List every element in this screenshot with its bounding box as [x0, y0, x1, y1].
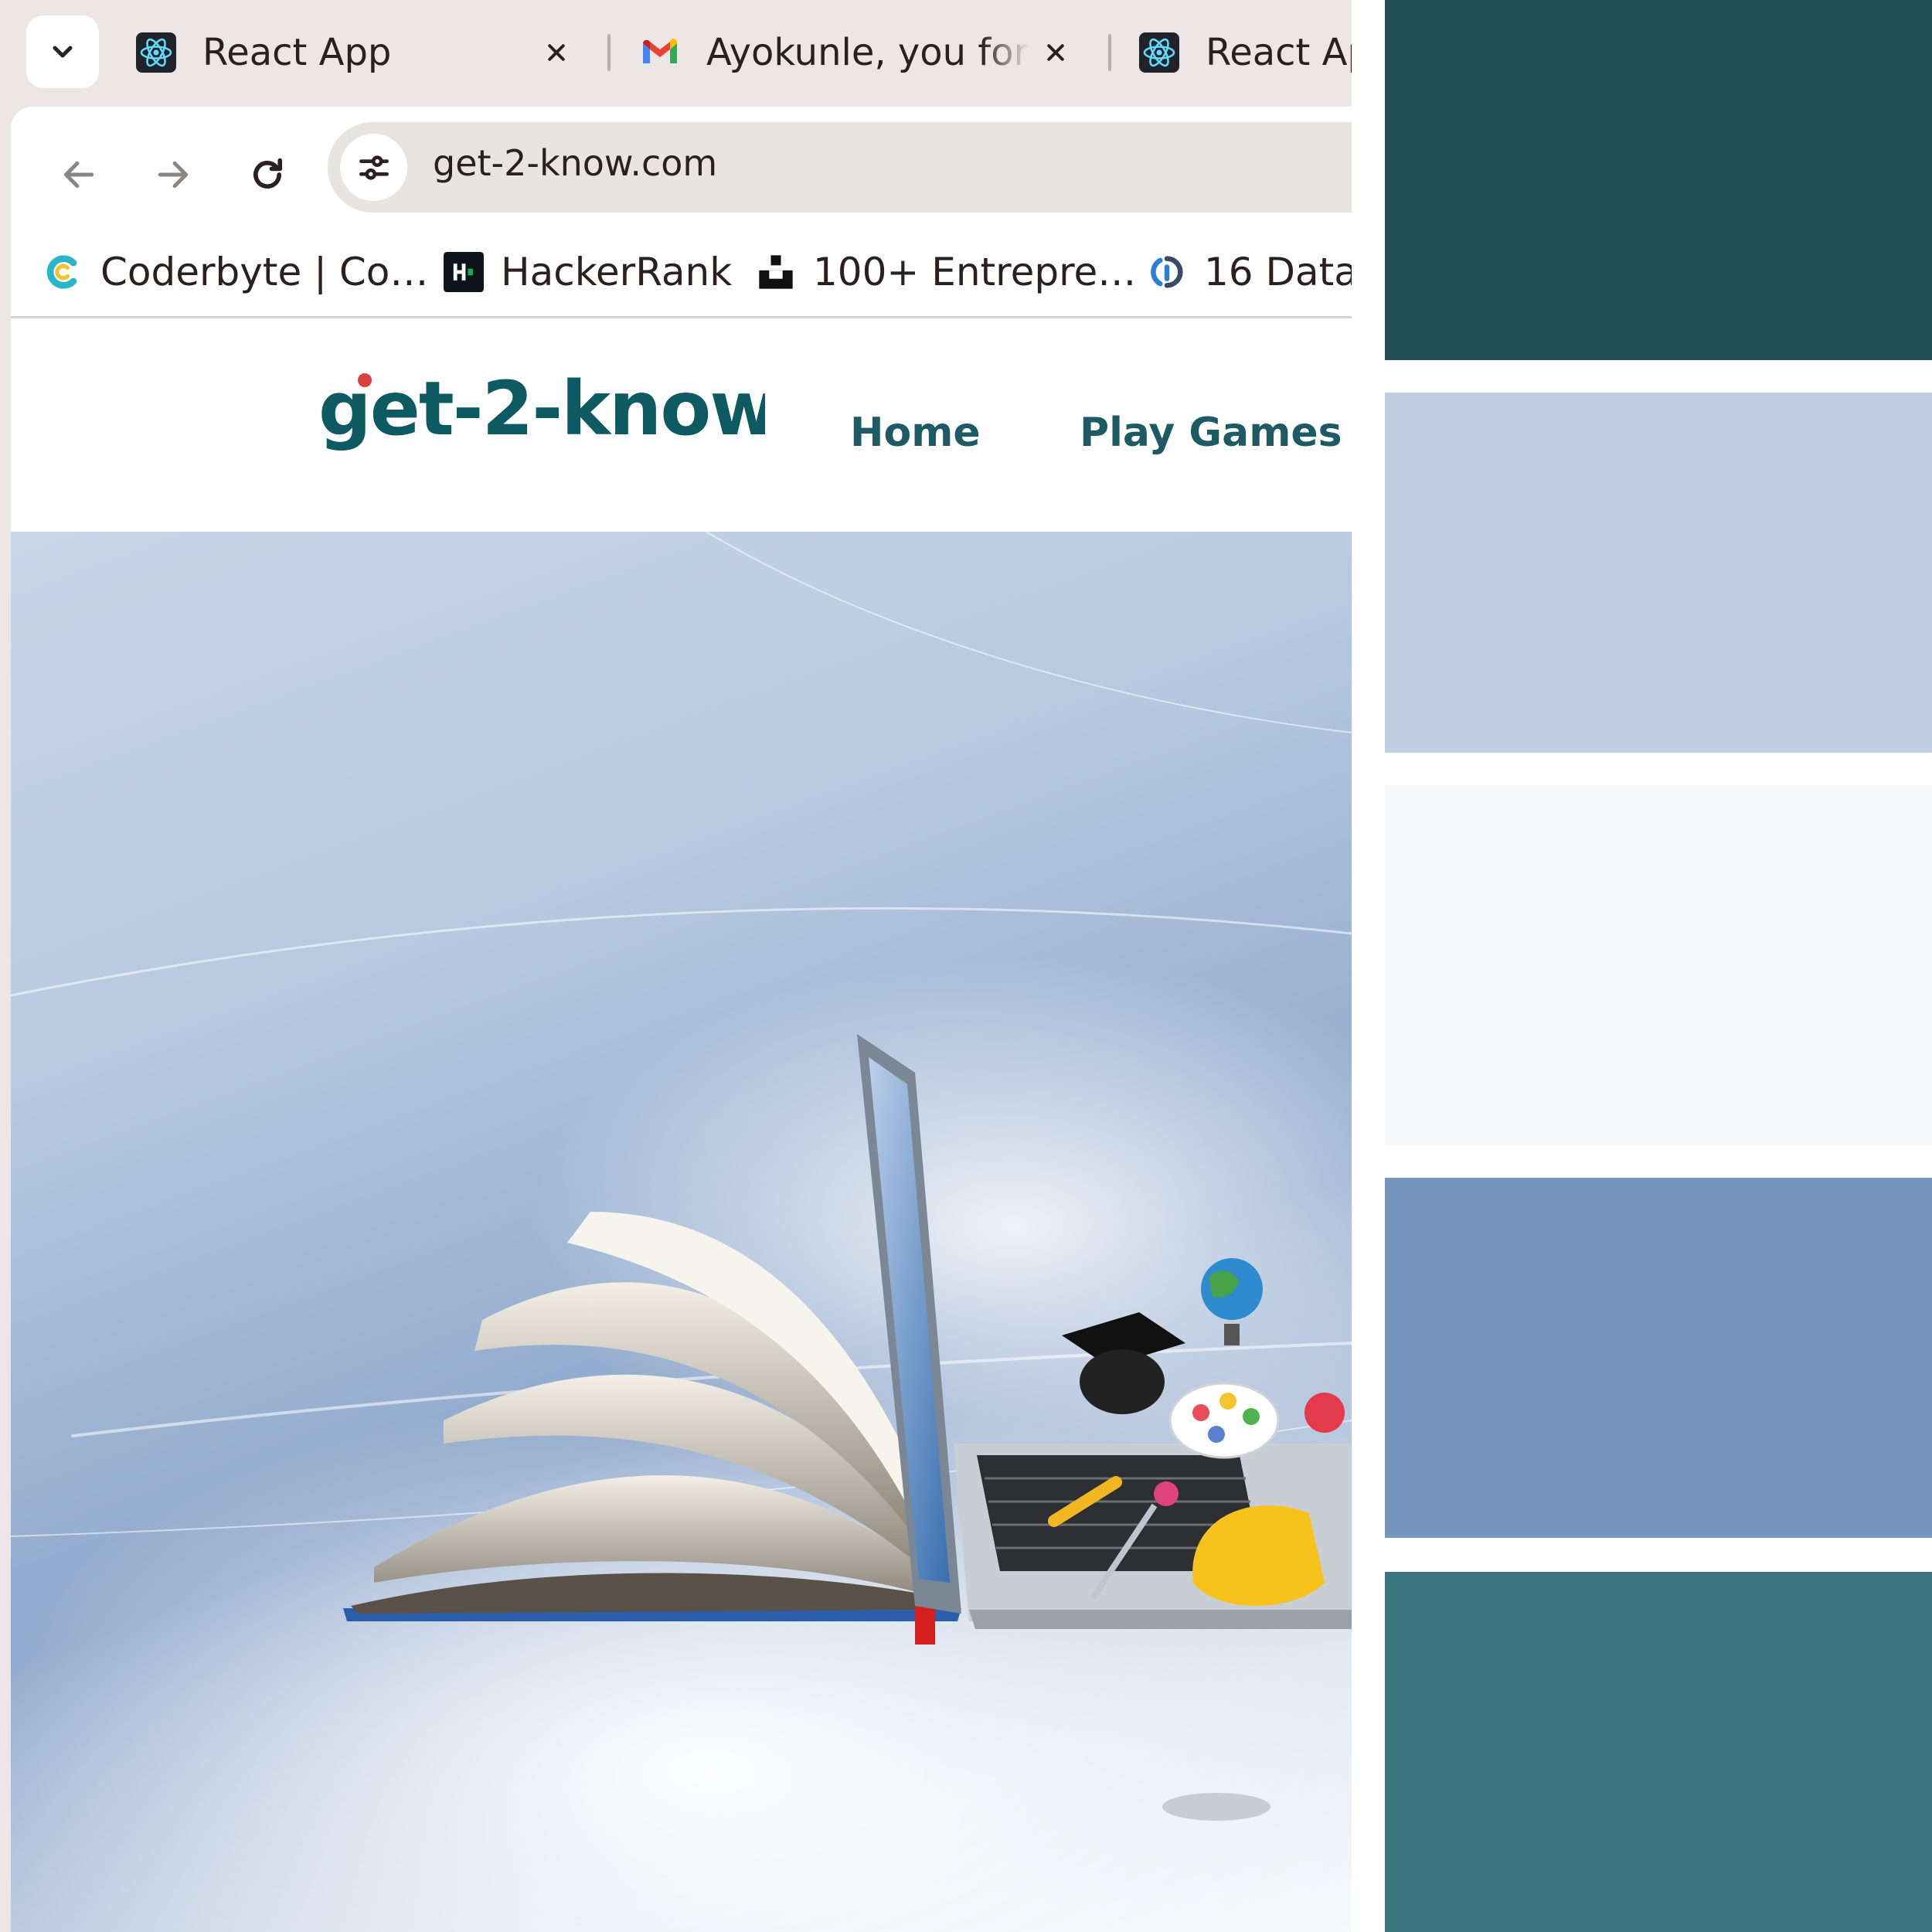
bookmark-item[interactable]: 100+ Entrepre… — [754, 241, 1136, 303]
arrow-left-icon — [63, 161, 94, 189]
bookmark-label: HackerRank — [501, 250, 733, 294]
tab-title: React App — [202, 31, 392, 74]
close-icon[interactable] — [536, 32, 577, 73]
tab-separator — [607, 34, 611, 71]
bookmark-item[interactable]: HackerRank — [442, 241, 732, 303]
tab[interactable]: React App — [136, 12, 577, 93]
data-icon — [1145, 250, 1189, 294]
url-text[interactable]: get-2-know.com — [433, 142, 717, 184]
bookmark-label: Coderbyte | Co… — [100, 250, 429, 294]
bookmark-item[interactable]: 16 Data S — [1145, 241, 1352, 303]
tab[interactable]: React App — [1139, 12, 1352, 93]
tab-strip: React App Ayokunle, you forg React A — [0, 0, 1352, 104]
tab[interactable]: Ayokunle, you forg — [640, 12, 1076, 93]
bookmark-label: 16 Data S — [1204, 250, 1352, 294]
color-swatch — [1385, 1572, 1932, 1932]
tab-search-button[interactable] — [26, 15, 99, 88]
color-swatch — [1385, 1178, 1932, 1538]
reload-button[interactable] — [236, 144, 298, 206]
book-image — [343, 1212, 961, 1645]
nav-play-games-link[interactable]: Play Games — [1080, 410, 1342, 456]
address-bar[interactable]: get-2-know.com — [328, 122, 1352, 213]
tab-separator — [1108, 34, 1111, 71]
color-swatch — [1385, 0, 1932, 360]
nav-home-link[interactable]: Home — [850, 410, 981, 456]
chevron-down-icon — [53, 46, 73, 58]
tab-title: Ayokunle, you forg — [706, 31, 1029, 74]
hero-illustration — [11, 532, 1352, 1821]
site-logo[interactable]: get-2-know — [317, 372, 765, 488]
react-icon — [1139, 32, 1179, 73]
bookmark-label: 100+ Entrepre… — [813, 250, 1137, 294]
hero-banner — [11, 532, 1352, 1932]
reload-icon — [253, 158, 283, 189]
close-icon[interactable] — [1036, 32, 1076, 73]
gmail-icon — [643, 39, 677, 63]
site-header: get-2-know Home Play Games — [11, 318, 1352, 532]
logo-text: get-2-know — [318, 372, 765, 452]
forward-button[interactable] — [142, 144, 204, 206]
web-page: get-2-know Home Play Games — [11, 318, 1352, 1932]
color-swatch — [1385, 785, 1932, 1145]
site-info-button[interactable] — [340, 134, 407, 201]
hackerrank-icon — [442, 250, 485, 294]
back-button[interactable] — [48, 144, 110, 206]
color-swatch — [1385, 393, 1932, 753]
entrepreneur-icon — [754, 250, 798, 294]
react-icon — [136, 32, 176, 73]
browser-window: React App Ayokunle, you forg React A get… — [0, 0, 1352, 1932]
bookmarks-bar: Coderbyte | Co… HackerRank 100+ Entrepre… — [11, 226, 1352, 317]
coderbyte-icon — [42, 250, 85, 294]
tab-title: React App — [1206, 31, 1352, 74]
tune-icon — [359, 155, 389, 180]
bookmark-item[interactable]: Coderbyte | Co… — [42, 241, 428, 303]
arrow-right-icon — [158, 161, 189, 189]
